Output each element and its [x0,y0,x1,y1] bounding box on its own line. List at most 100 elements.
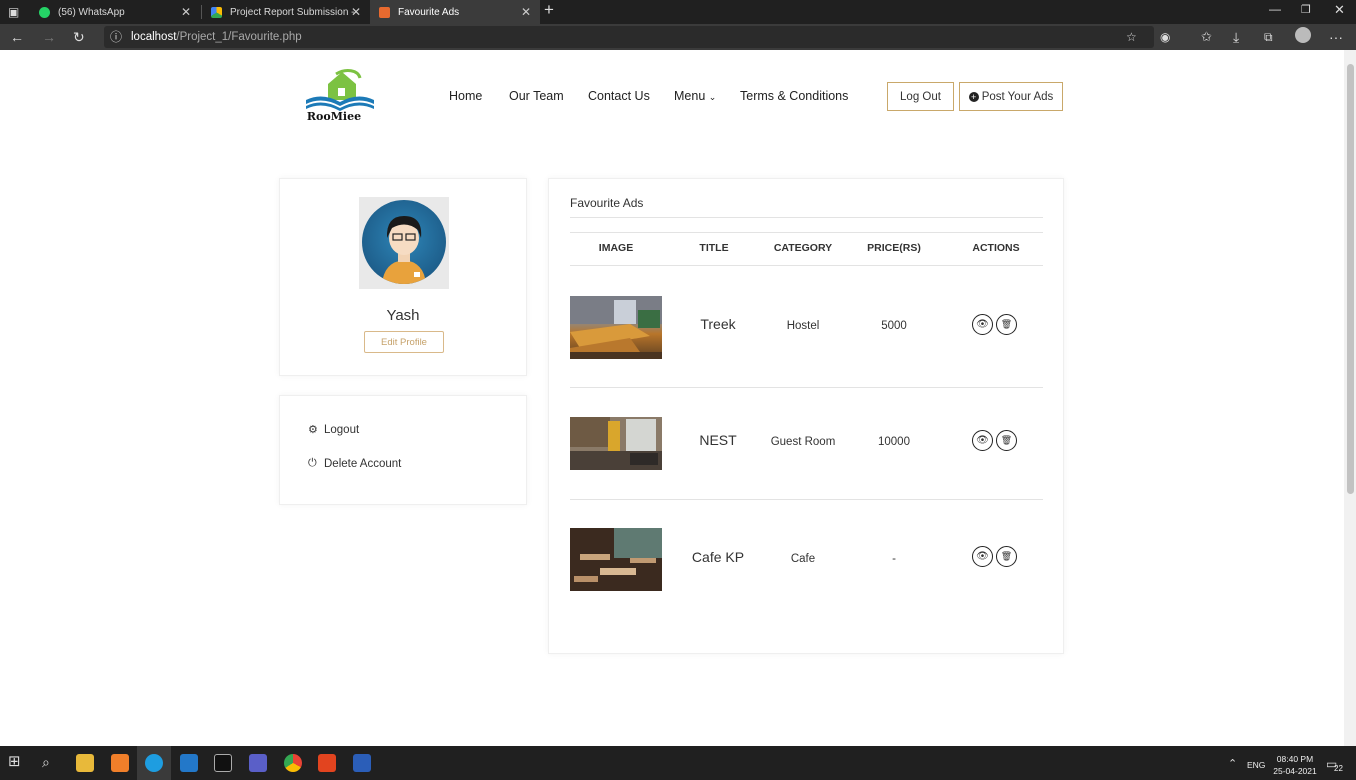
logout-link[interactable]: ⚙ Logout [308,423,360,437]
tab-title: Favourite Ads [398,6,460,18]
ad-category: Cafe [790,553,816,565]
extension-icon[interactable]: ◉ [1160,28,1170,46]
view-ad-button[interactable]: 👁 [972,430,993,451]
clock-date[interactable]: 25-04-2021 [1270,766,1320,776]
table-header-bottom-border [570,265,1043,266]
tab-project-report[interactable]: Project Report Submission - Goo ✕ [202,0,370,24]
ad-price: 5000 [881,320,907,332]
nav-terms[interactable]: Terms & Conditions [740,89,848,103]
close-tab-icon[interactable]: ✕ [351,5,361,19]
table-header-top-border [570,232,1043,233]
plus-circle-icon: + [968,91,979,102]
delete-ad-button[interactable]: 🗑 [996,430,1017,451]
cafe-interior-image [570,528,662,591]
tab-actions-icon[interactable]: ▣ [8,3,19,21]
word-icon[interactable] [353,754,371,772]
site-favicon-icon [379,6,390,18]
nav-our-team[interactable]: Our Team [509,89,564,103]
column-header-image: IMAGE [598,242,634,254]
delete-ad-button[interactable]: 🗑 [996,314,1017,335]
close-icon[interactable]: ✕ [1334,2,1345,18]
collections-icon[interactable]: ⧉ [1264,28,1273,46]
view-ad-button[interactable]: 👁 [972,314,993,335]
os-taskbar: ⊞ ⌕ ⌃ ENG 08:40 PM 25-04-2021 ▭ 22 [0,746,1356,780]
ad-image-treek[interactable] [570,296,662,359]
ad-title[interactable]: NEST [679,432,757,448]
xampp-icon[interactable] [111,754,129,772]
power-icon: ⏻ [308,457,317,469]
favourite-ads-card: Favourite Ads IMAGE TITLE CATEGORY PRICE… [548,178,1064,654]
ad-image-cafe-kp[interactable] [570,528,662,591]
section-title: Favourite Ads [570,196,644,210]
tab-favourite-ads[interactable]: Favourite Ads ✕ [370,0,540,24]
add-favorite-icon[interactable]: ☆ [1126,28,1137,46]
chevron-up-icon[interactable]: ⌃ [1228,755,1237,773]
restore-icon[interactable]: ❐ [1301,3,1311,16]
url-host: localhost [131,31,177,43]
avatar [362,200,446,284]
page-scrollbar[interactable] [1344,50,1356,746]
ad-category: Hostel [786,320,820,332]
scrollbar-thumb[interactable] [1347,64,1354,494]
delete-account-link[interactable]: ⏻ Delete Account [308,457,401,470]
edge-browser-icon[interactable] [145,754,163,772]
column-header-price: PRICE(RS) [867,242,921,254]
minimize-icon[interactable]: — [1269,2,1281,16]
avatar-frame [359,197,449,289]
close-tab-icon[interactable]: ✕ [181,5,191,19]
windows-start-icon[interactable]: ⊞ [8,753,21,771]
forward-icon[interactable]: → [42,28,56,46]
more-icon[interactable]: ··· [1329,28,1343,46]
edit-profile-button[interactable]: Edit Profile [364,331,444,353]
column-header-title: TITLE [699,242,729,254]
ad-category: Guest Room [770,436,836,448]
guest-room-image [570,417,662,470]
file-explorer-icon[interactable] [76,754,94,772]
nav-menu[interactable]: Menu ⌄ [674,89,716,103]
eye-icon: 👁 [976,551,989,562]
delete-ad-button[interactable]: 🗑 [996,546,1017,567]
input-language[interactable]: ENG [1247,760,1265,770]
search-icon[interactable]: ⌕ [42,753,50,771]
ad-image-nest[interactable] [570,417,662,470]
vscode-icon[interactable] [180,754,198,772]
ad-title[interactable]: Cafe KP [679,549,757,565]
logout-label: Logout [324,423,360,436]
favorites-icon[interactable]: ✩ [1201,28,1212,46]
downloads-icon[interactable]: ⤓ [1233,28,1239,46]
info-icon[interactable]: ⓘ [110,28,122,46]
back-icon[interactable]: ← [10,28,24,46]
view-ad-button[interactable]: 👁 [972,546,993,567]
ad-price: - [892,553,896,565]
row-divider [570,499,1043,500]
ad-title[interactable]: Treek [679,316,757,332]
post-ads-label: Post Your Ads [981,90,1054,103]
terminal-icon[interactable] [214,754,232,772]
ad-price: 10000 [878,436,910,448]
gear-icon: ⚙ [308,424,318,436]
log-out-button[interactable]: Log Out [887,82,954,111]
trash-icon: 🗑 [1000,319,1013,329]
nav-home[interactable]: Home [449,89,482,103]
chrome-icon[interactable] [284,754,302,772]
site-logo[interactable]: RooMiee [300,66,380,126]
tab-whatsapp[interactable]: (56) WhatsApp ✕ [30,0,200,24]
close-tab-icon[interactable]: ✕ [521,5,531,19]
new-tab-icon[interactable]: + [544,1,554,19]
profile-icon[interactable] [1295,27,1311,43]
clock-time[interactable]: 08:40 PM [1272,754,1318,764]
hostel-room-image [570,296,662,359]
divider [570,217,1043,218]
address-bar[interactable]: ⓘ localhost/Project_1/Favourite.php ☆ [104,26,1154,48]
eye-icon: 👁 [976,435,989,446]
chevron-down-icon: ⌄ [708,92,717,102]
trash-icon: 🗑 [1000,551,1013,561]
trash-icon: 🗑 [1000,435,1013,445]
post-ads-button[interactable]: + Post Your Ads [959,82,1063,111]
teams-icon[interactable] [249,754,267,772]
browser-toolbar: ← → ↻ ⓘ localhost/Project_1/Favourite.ph… [0,24,1356,50]
refresh-icon[interactable]: ↻ [73,28,85,46]
office-icon[interactable] [318,754,336,772]
nav-contact-us[interactable]: Contact Us [588,89,650,103]
profile-card: Yash Edit Profile [279,178,527,376]
